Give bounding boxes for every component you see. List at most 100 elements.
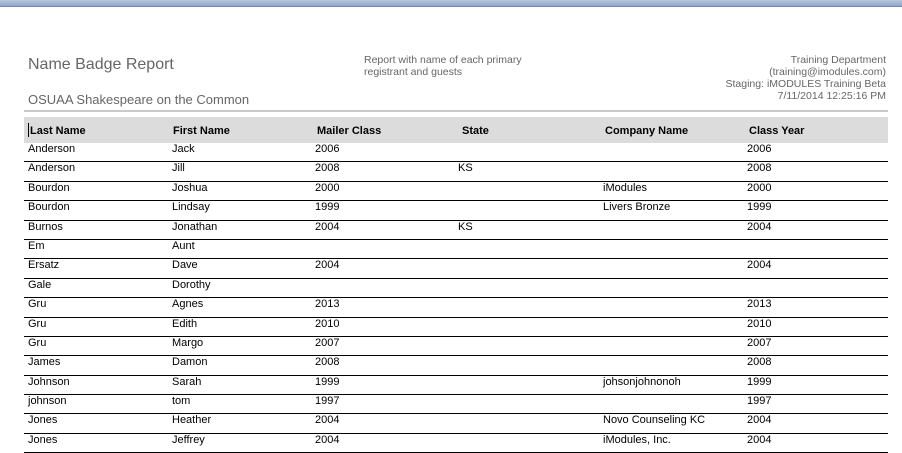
cell-last-name: Gru	[28, 298, 47, 311]
cell-mailer-class: 1999	[315, 201, 340, 214]
table-row: Gru Edith 2010 2010	[24, 318, 888, 337]
cell-company-name: johsonjohnonoh	[603, 375, 681, 388]
cell-last-name: Johnson	[28, 375, 70, 388]
cell-company-name: Livers Bronze	[603, 201, 671, 214]
cell-mailer-class: 2004	[315, 433, 340, 446]
table-row: James Damon 2008 2008	[24, 356, 888, 376]
cell-mailer-class: 2013	[315, 298, 340, 311]
text-cursor	[28, 123, 29, 137]
cell-first-name: Aunt	[172, 239, 195, 252]
cell-company-name: Novo Counseling KC	[603, 414, 706, 427]
cell-mailer-class: 2004	[315, 414, 340, 427]
cell-class-year: 2007	[747, 336, 772, 349]
report-subtitle: OSUAA Shakespeare on the Common	[28, 92, 250, 107]
cell-mailer-class: 2004	[315, 259, 340, 272]
cell-mailer-class: 2007	[315, 336, 340, 349]
table-row: Jones Heather 2004 Novo Counseling KC 2004	[24, 414, 888, 434]
cell-class-year: 1997	[747, 395, 772, 408]
cell-state: KS	[458, 162, 473, 175]
cell-last-name: Em	[28, 239, 45, 252]
table-row: Burnos Jonathan 2004 KS 2004	[24, 221, 888, 240]
cell-last-name: Ersatz	[28, 259, 60, 272]
cell-last-name: Burnos	[28, 220, 63, 233]
cell-last-name: Bourdon	[28, 181, 70, 194]
cell-last-name: Jones	[28, 433, 58, 446]
cell-mailer-class: 2006	[315, 143, 340, 155]
cell-class-year: 2008	[747, 162, 772, 175]
cell-mailer-class: 2004	[315, 220, 340, 233]
cell-class-year: 2008	[747, 356, 772, 369]
info-department: Training Department	[790, 54, 886, 66]
table-row: Anderson Jill 2008 KS 2008	[24, 162, 888, 182]
table-row: Gale Dorothy	[24, 278, 888, 299]
table-row: Jones Jeffrey 2004 iModules, Inc. 2004	[24, 434, 888, 453]
cell-class-year: 1999	[747, 375, 772, 388]
table-header: Last Name First Name Mailer Class State …	[24, 117, 888, 143]
cell-first-name: Joshua	[172, 181, 208, 194]
table-row: Anderson Jack 2006 2006	[24, 143, 888, 163]
cell-class-year: 2004	[747, 259, 772, 272]
column-header-last-name[interactable]: Last Name	[30, 125, 86, 137]
column-header-first-name[interactable]: First Name	[173, 125, 230, 137]
cell-company-name: iModules	[603, 181, 648, 194]
table-row: Gru Margo 2007 2007	[24, 336, 888, 357]
cell-class-year: 2004	[747, 433, 772, 446]
cell-last-name: Anderson	[28, 162, 76, 175]
table-row: Johnson Sarah 1999 johsonjohnonoh 1999	[24, 375, 888, 396]
cell-first-name: Jonathan	[172, 220, 218, 233]
cell-class-year: 2006	[747, 143, 772, 155]
cell-first-name: Sarah	[172, 375, 202, 388]
cell-class-year: 1999	[747, 201, 772, 214]
cell-first-name: Edith	[172, 317, 198, 330]
table-row: Ersatz Dave 2004 2004	[24, 259, 888, 279]
cell-class-year: 2010	[747, 317, 772, 330]
cell-first-name: Jack	[172, 143, 195, 155]
cell-first-name: Damon	[172, 356, 208, 369]
cell-first-name: Jill	[172, 162, 185, 175]
cell-last-name: Gru	[28, 317, 47, 330]
cell-first-name: Agnes	[172, 298, 204, 311]
cell-last-name: Jones	[28, 414, 58, 427]
report-title: Name Badge Report	[28, 56, 174, 73]
cell-class-year: 2004	[747, 414, 772, 427]
cell-first-name: Jeffrey	[172, 433, 205, 446]
info-timestamp: 7/11/2014 12:25:16 PM	[777, 90, 886, 102]
info-staging: Staging: iMODULES Training Beta	[725, 78, 887, 90]
cell-last-name: Gru	[28, 336, 47, 349]
cell-last-name: James	[28, 356, 61, 369]
cell-company-name: iModules, Inc.	[603, 433, 671, 446]
cell-first-name: Margo	[172, 336, 204, 349]
column-header-mailer-class[interactable]: Mailer Class	[317, 125, 381, 137]
cell-mailer-class: 2008	[315, 162, 340, 175]
cell-state: KS	[458, 220, 473, 233]
cell-class-year: 2004	[747, 220, 772, 233]
column-header-company-name[interactable]: Company Name	[605, 125, 688, 137]
info-email: (training@imodules.com)	[769, 66, 886, 78]
cell-mailer-class: 1999	[315, 375, 340, 388]
cell-first-name: Dorothy	[172, 278, 211, 291]
cell-last-name: johnson	[28, 395, 67, 408]
cell-last-name: Anderson	[28, 143, 76, 155]
table-row: Bourdon Joshua 2000 iModules 2000	[24, 181, 888, 202]
cell-first-name: Dave	[172, 259, 198, 272]
table-row: Bourdon Lindsay 1999 Livers Bronze 1999	[24, 201, 888, 221]
table-row: johnson tom 1997 1997	[24, 395, 888, 415]
cell-mailer-class: 2000	[315, 181, 340, 194]
cell-mailer-class: 1997	[315, 395, 340, 408]
cell-first-name: Heather	[172, 414, 212, 427]
report-description: Report with name of each primary registr…	[364, 54, 522, 78]
cell-class-year: 2013	[747, 298, 772, 311]
table-row: Em Aunt	[24, 239, 888, 260]
cell-first-name: tom	[172, 395, 191, 408]
column-header-class-year[interactable]: Class Year	[749, 125, 804, 137]
window-top-bar	[0, 0, 902, 7]
cell-mailer-class: 2008	[315, 356, 340, 369]
cell-first-name: Lindsay	[172, 201, 210, 214]
cell-mailer-class: 2010	[315, 317, 340, 330]
report-info: Training Department (training@imodules.c…	[726, 54, 887, 102]
cell-last-name: Gale	[28, 278, 52, 291]
column-header-state[interactable]: State	[462, 125, 489, 137]
cell-class-year: 2000	[747, 181, 772, 194]
cell-last-name: Bourdon	[28, 201, 70, 214]
header-divider	[24, 110, 888, 112]
